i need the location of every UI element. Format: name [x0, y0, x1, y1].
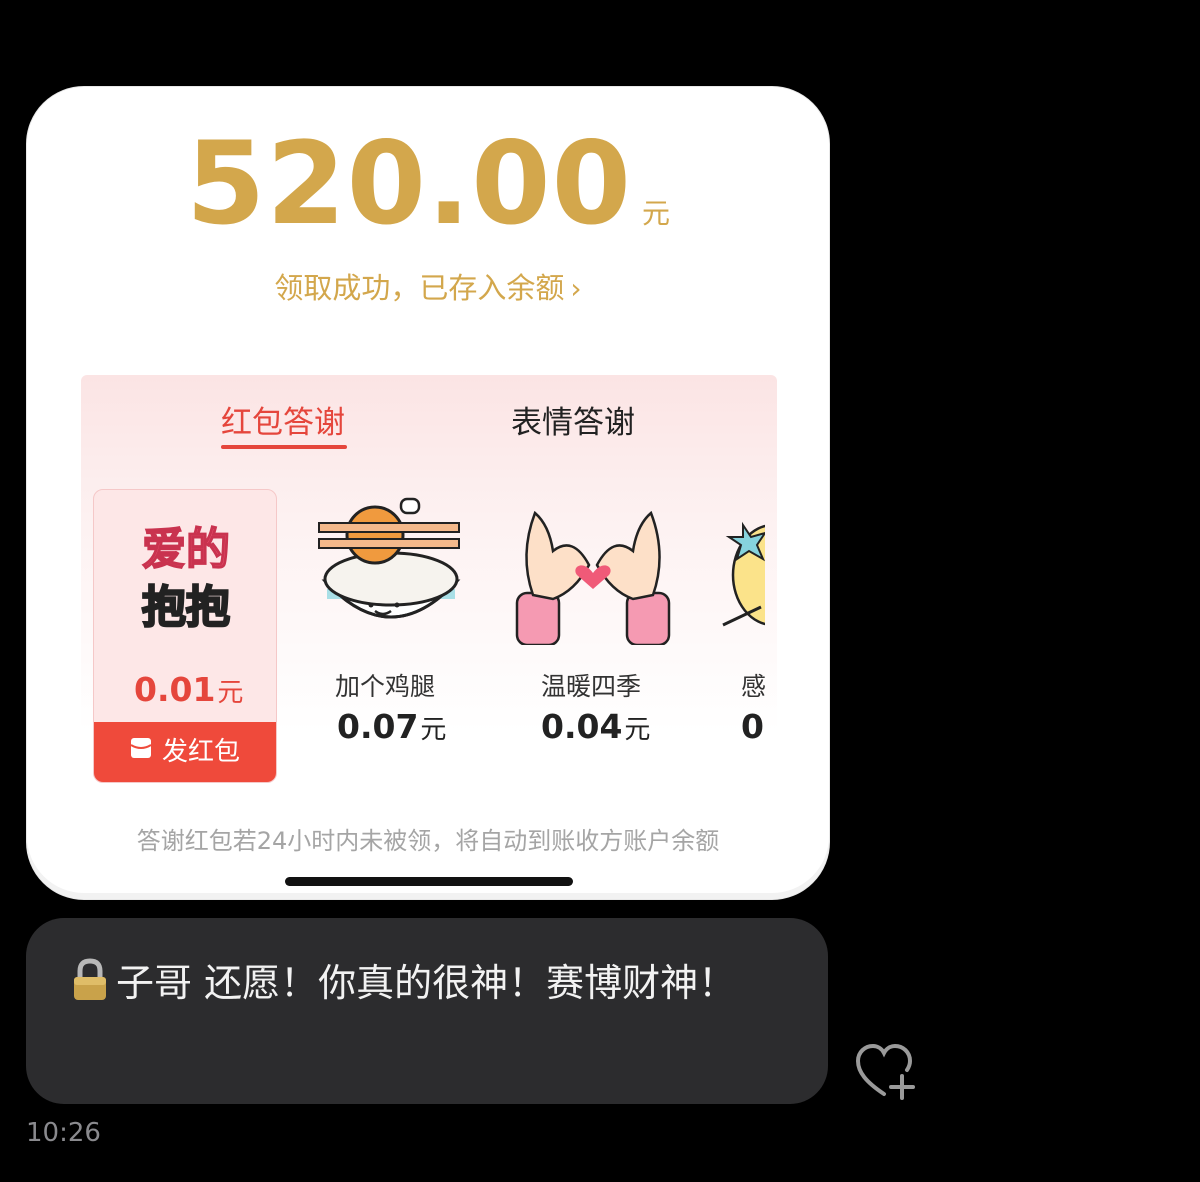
message-time: 10:26 — [26, 1118, 101, 1148]
send-red-packet-button[interactable]: 发红包 — [94, 722, 276, 782]
amount-row: 520.00 元 — [27, 127, 829, 241]
sticker-title-line2: 抱抱 — [142, 582, 230, 633]
love-hug-sticker-icon: 爱的 抱抱 — [116, 516, 256, 640]
red-packet-card: 520.00 元 领取成功，已存入余额 › 红包答谢 表情答谢 爱的 抱抱 0.01… — [26, 86, 830, 900]
heart-hands-icon — [513, 495, 673, 649]
partial-sticker-icon — [721, 507, 765, 637]
balance-link[interactable]: 领取成功，已存入余额 › — [27, 265, 829, 307]
tab-red-packet-thanks[interactable]: 红包答谢 — [221, 397, 345, 442]
lock-icon — [70, 958, 110, 1018]
gift-price: 0 — [741, 707, 764, 746]
heart-plus-icon[interactable] — [855, 1043, 918, 1104]
rice-bowl-drumstick-icon — [317, 493, 465, 647]
home-indicator[interactable] — [285, 877, 573, 886]
message-text: 子哥 还愿！你真的很神！赛博财神！ — [116, 961, 737, 1005]
gift-name: 温暖四季 — [541, 672, 642, 701]
gift-price: 0.07元 — [337, 707, 447, 746]
amount-unit: 元 — [641, 197, 670, 230]
message-text-block: 子哥 还愿！你真的很神！赛博财神！ — [70, 954, 770, 1018]
gift-price: 0.04元 — [541, 707, 651, 746]
gift-option-love-hug[interactable]: 爱的 抱抱 0.01元 发红包 — [93, 489, 277, 783]
status-text: 领取成功，已存入余额 — [274, 271, 565, 305]
gift-price: 0.01元 — [134, 670, 244, 709]
message-bubble[interactable]: 子哥 还愿！你真的很神！赛博财神！ — [26, 918, 828, 1104]
auto-deposit-note: 答谢红包若24小时内未被领，将自动到账收方账户余额 — [136, 827, 720, 855]
red-packet-icon — [130, 721, 152, 781]
gift-name: 加个鸡腿 — [335, 672, 436, 701]
received-amount: 520.00 — [186, 117, 632, 250]
gift-name: 感 — [741, 672, 765, 701]
sticker-title-line1: 爱的 — [142, 524, 230, 575]
active-tab-indicator — [221, 445, 347, 449]
tab-sticker-thanks[interactable]: 表情答谢 — [511, 397, 635, 442]
thanks-panel: 红包答谢 表情答谢 爱的 抱抱 0.01元 发红包 加个鸡腿 0.07元 温暖四… — [81, 375, 777, 885]
chevron-right-icon: › — [570, 272, 582, 305]
